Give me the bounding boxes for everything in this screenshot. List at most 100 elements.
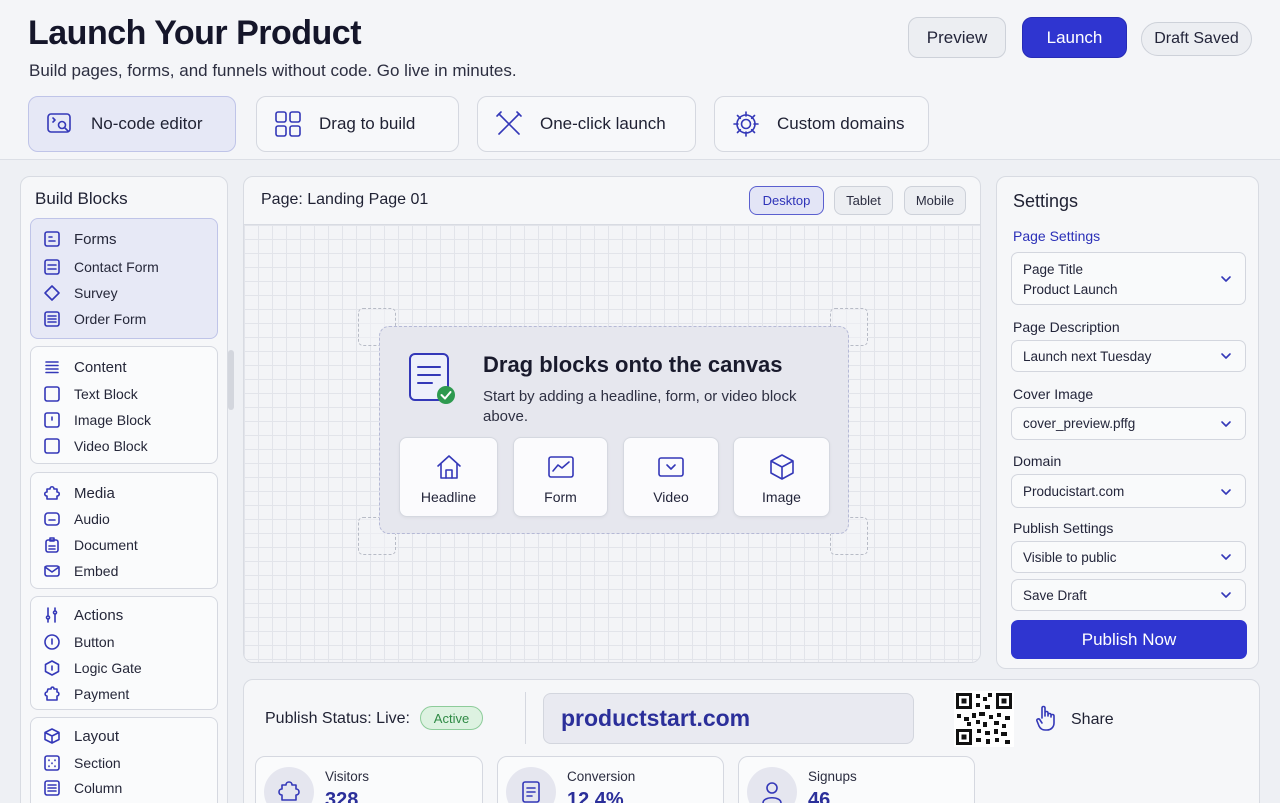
block-item-label: Payment xyxy=(74,686,130,702)
block-item-label: Survey xyxy=(74,285,118,301)
share-button[interactable]: Share xyxy=(1071,711,1114,729)
drop-zone[interactable]: Drag blocks onto the canvas Start by add… xyxy=(379,326,849,534)
order-form-icon xyxy=(44,311,60,327)
block-item-button[interactable]: Button xyxy=(43,632,114,652)
feature-no-code-editor[interactable]: No-code editor xyxy=(28,96,236,152)
block-item-layout[interactable]: Layout xyxy=(43,726,119,746)
puzzle-icon xyxy=(43,485,61,500)
audio-icon xyxy=(44,512,60,526)
contact-form-icon xyxy=(44,259,60,275)
no-code-editor-icon xyxy=(47,113,71,133)
block-group-forms: Forms Contact Form Survey Order Form xyxy=(30,218,218,339)
block-item-column[interactable]: Column xyxy=(43,778,122,798)
stat-value: 12.4% xyxy=(567,789,624,803)
publish-status-label: Publish Status: Live: xyxy=(265,710,410,727)
block-item-video-block[interactable]: Video Block xyxy=(43,436,148,456)
stat-label: Visitors xyxy=(325,769,370,784)
video-icon xyxy=(658,457,684,477)
sidebar-scrollbar[interactable] xyxy=(228,350,234,410)
block-item-contact-form[interactable]: Contact Form xyxy=(43,257,159,277)
block-item-label: Video Block xyxy=(74,438,148,454)
block-item-label: Section xyxy=(74,755,121,771)
block-item-payment[interactable]: Payment xyxy=(43,684,129,704)
block-item-actions[interactable]: Actions xyxy=(43,605,123,625)
block-item-label: Media xyxy=(74,484,115,502)
chart-form-icon xyxy=(547,456,574,478)
preview-button[interactable]: Preview xyxy=(908,17,1006,58)
build-blocks-title: Build Blocks xyxy=(35,189,128,208)
block-item-media[interactable]: Media xyxy=(43,483,115,503)
visibility-select[interactable]: Visible to public xyxy=(1011,541,1246,573)
stat-label: Conversion xyxy=(567,769,636,784)
domain-select[interactable]: Producistart.com xyxy=(1011,474,1246,508)
block-item-survey[interactable]: Survey xyxy=(43,283,118,303)
block-group-media: Media Audio Document Embed xyxy=(30,472,218,589)
block-video[interactable]: Video xyxy=(623,437,719,517)
info-icon xyxy=(44,634,60,650)
block-item-document[interactable]: Document xyxy=(43,535,138,555)
settings-panel: Settings Page Settings Page Title Produc… xyxy=(996,176,1259,669)
cube-icon xyxy=(44,728,60,744)
hand-pointer-icon[interactable] xyxy=(1034,704,1060,732)
user-icon xyxy=(762,782,782,803)
feature-label: One-click launch xyxy=(540,114,666,133)
block-item-label: Image Block xyxy=(74,412,152,428)
visibility-value: Visible to public xyxy=(1023,550,1117,565)
page-description-select[interactable]: Launch next Tuesday xyxy=(1011,340,1246,372)
save-draft-select[interactable]: Save Draft xyxy=(1011,579,1246,611)
block-item-order-form[interactable]: Order Form xyxy=(43,309,146,329)
block-label: Headline xyxy=(420,489,477,505)
stat-value: 46 xyxy=(808,789,831,803)
block-headline[interactable]: Headline xyxy=(399,437,498,517)
qr-code-icon[interactable] xyxy=(954,691,1014,747)
column-icon xyxy=(44,780,60,796)
block-item-content[interactable]: Content xyxy=(43,357,127,377)
publish-now-button[interactable]: Publish Now xyxy=(1011,620,1247,659)
block-image[interactable]: Image xyxy=(733,437,830,517)
home-icon xyxy=(436,455,461,479)
block-item-embed[interactable]: Embed xyxy=(43,561,118,581)
block-item-image-block[interactable]: Image Block xyxy=(43,410,151,430)
view-tablet-button[interactable]: Tablet xyxy=(834,186,893,215)
gear-icon xyxy=(733,111,759,137)
actions-icon xyxy=(45,607,58,623)
document-icon xyxy=(45,537,59,553)
block-item-text-block[interactable]: Text Block xyxy=(43,384,138,404)
block-item-label: Content xyxy=(74,358,127,376)
feature-drag-to-build[interactable]: Drag to build xyxy=(256,96,459,152)
live-url-field[interactable]: productstart.com xyxy=(543,693,914,744)
payment-icon xyxy=(44,686,60,701)
block-form[interactable]: Form xyxy=(513,437,608,517)
view-desktop-button[interactable]: Desktop xyxy=(749,186,824,215)
block-item-section[interactable]: Section xyxy=(43,753,121,773)
block-item-audio[interactable]: Audio xyxy=(43,509,110,529)
block-group-content: Content Text Block Image Block Video Blo… xyxy=(30,346,218,464)
block-label: Video xyxy=(653,489,689,505)
block-item-label: Text Block xyxy=(74,386,138,402)
page-title-value: Product Launch xyxy=(1023,282,1118,297)
cover-image-select[interactable]: cover_preview.pffg xyxy=(1011,407,1246,440)
stat-icon-circle xyxy=(747,767,797,803)
feature-one-click-launch[interactable]: One-click launch xyxy=(477,96,696,152)
block-item-forms[interactable]: Forms xyxy=(43,229,117,249)
page-settings-heading: Page Settings xyxy=(1013,228,1101,244)
editor-canvas[interactable]: Drag blocks onto the canvas Start by add… xyxy=(244,224,980,662)
draft-saved-badge: Draft Saved xyxy=(1141,22,1252,56)
square-icon xyxy=(44,386,60,402)
page-description-value: Launch next Tuesday xyxy=(1023,349,1152,364)
block-item-label: Column xyxy=(74,780,123,796)
view-mobile-button[interactable]: Mobile xyxy=(904,186,966,215)
stat-card-visitors: Visitors 328 xyxy=(255,756,483,803)
block-label: Form xyxy=(544,489,577,505)
block-item-label: Order Form xyxy=(74,311,147,327)
launch-button[interactable]: Launch xyxy=(1022,17,1127,58)
block-group-layout: Layout Section Column xyxy=(30,717,218,803)
stat-value: 328 xyxy=(325,789,359,803)
block-item-logic-gate[interactable]: Logic Gate xyxy=(43,658,142,678)
chevron-down-icon xyxy=(1221,554,1231,560)
cover-image-value: cover_preview.pffg xyxy=(1023,416,1136,431)
block-item-label: Forms xyxy=(74,230,117,248)
page-title-select[interactable]: Page Title Product Launch xyxy=(1011,252,1246,305)
feature-custom-domains[interactable]: Custom domains xyxy=(714,96,929,152)
page-subtitle: Build pages, forms, and funnels without … xyxy=(29,61,517,80)
